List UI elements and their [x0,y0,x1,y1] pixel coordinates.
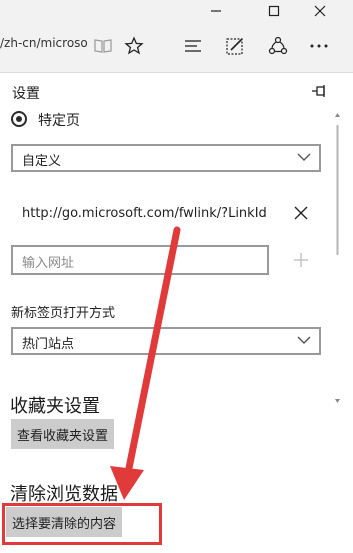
annotation-highlight-box [2,503,162,545]
chevron-down-icon [297,153,311,161]
url-input-placeholder: 输入网址 [22,256,75,271]
plus-icon [294,253,308,267]
settings-pane: 设置 特定页 自定义 http://go.microsoft.com/fwlin… [0,73,353,553]
page-select[interactable]: 自定义 [11,144,321,172]
favorites-settings-title: 收藏夹设置 [10,396,100,417]
maximize-icon [268,5,280,17]
specific-page-radio[interactable] [11,111,27,127]
browser-toolbar: /zh-cn/microso [0,22,353,73]
page-select-value: 自定义 [22,154,62,169]
close-window-button[interactable] [300,0,340,22]
more-icon[interactable] [306,33,332,59]
reading-view-icon[interactable] [90,33,116,59]
window-titlebar [0,0,353,22]
settings-title: 设置 [12,86,40,102]
minimize-icon [211,10,221,12]
close-icon [314,5,326,17]
hub-icon[interactable] [180,33,206,59]
address-bar[interactable]: /zh-cn/microso [0,36,90,50]
maximize-button[interactable] [254,0,294,22]
favorite-star-icon[interactable] [121,33,147,59]
scrollbar[interactable] [335,111,340,411]
view-favorites-settings-button[interactable]: 查看收藏夹设置 [11,419,115,449]
pin-icon[interactable] [310,82,328,100]
url-input[interactable]: 输入网址 [11,245,269,275]
remove-url-button[interactable] [292,204,310,222]
add-url-button[interactable] [292,251,310,269]
chevron-down-icon [297,336,311,344]
newtab-select-value: 热门站点 [22,337,75,352]
share-icon[interactable] [265,33,291,59]
newtab-select[interactable]: 热门站点 [11,327,321,355]
close-icon [294,206,308,220]
specific-page-label: 特定页 [38,113,80,129]
newtab-label: 新标签页打开方式 [11,306,116,321]
web-note-icon[interactable] [222,33,248,59]
minimize-button[interactable] [196,0,236,22]
start-page-url: http://go.microsoft.com/fwlink/?LinkId=6 [22,206,268,221]
